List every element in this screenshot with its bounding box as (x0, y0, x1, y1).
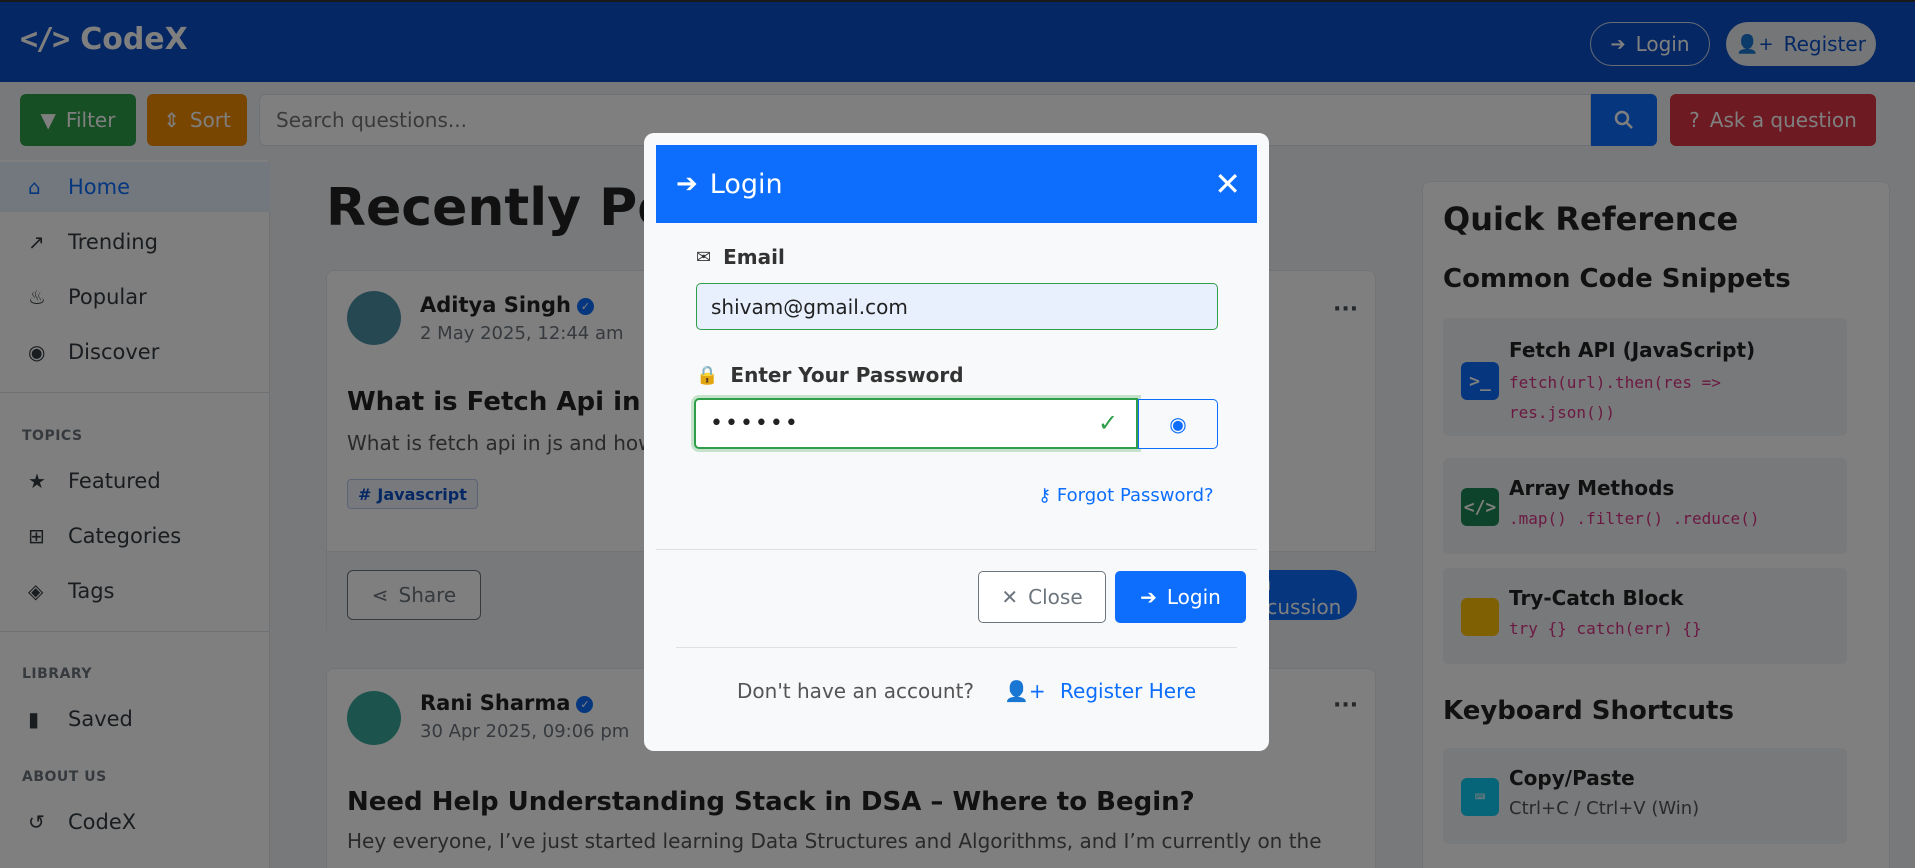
close-label: Close (1028, 585, 1083, 609)
user-plus-icon: 👤+ (1004, 679, 1046, 703)
toggle-password-button[interactable]: ◉ (1138, 399, 1218, 449)
modal-divider (656, 549, 1257, 550)
sign-in-icon: ➔ (1140, 585, 1157, 609)
forgot-password-link[interactable]: ⚷ Forgot Password? (1038, 485, 1214, 506)
key-icon: ⚷ (1038, 485, 1052, 506)
x-icon: ✕ (1001, 585, 1019, 609)
check-icon: ✓ (1098, 409, 1119, 437)
eye-icon: ◉ (1169, 412, 1187, 436)
register-link-label: Register Here (1060, 679, 1197, 703)
modal-header: ➔ Login ✕ (656, 145, 1257, 223)
sign-in-icon: ➔ (676, 169, 698, 199)
envelope-icon: ✉ (696, 246, 712, 268)
password-label-text: Enter Your Password (730, 363, 964, 387)
login-modal: ➔ Login ✕ ✉ Email 🔒 Enter Your Password … (644, 133, 1269, 751)
forgot-password-label: Forgot Password? (1056, 485, 1214, 506)
email-field[interactable] (696, 283, 1218, 330)
no-account-text: Don't have an account? (737, 679, 975, 703)
close-icon[interactable]: ✕ (1214, 165, 1241, 203)
login-submit-button[interactable]: ➔ Login (1115, 571, 1246, 623)
password-field[interactable] (694, 398, 1138, 449)
modal-divider (676, 647, 1237, 648)
modal-title: Login (709, 168, 783, 200)
lock-icon: 🔒 (696, 364, 719, 386)
close-button[interactable]: ✕ Close (978, 571, 1106, 623)
register-link[interactable]: 👤+ Register Here (1004, 679, 1196, 703)
login-label: Login (1166, 585, 1221, 609)
email-label-text: Email (723, 245, 785, 269)
password-label: 🔒 Enter Your Password (696, 363, 964, 387)
email-label: ✉ Email (696, 245, 785, 269)
